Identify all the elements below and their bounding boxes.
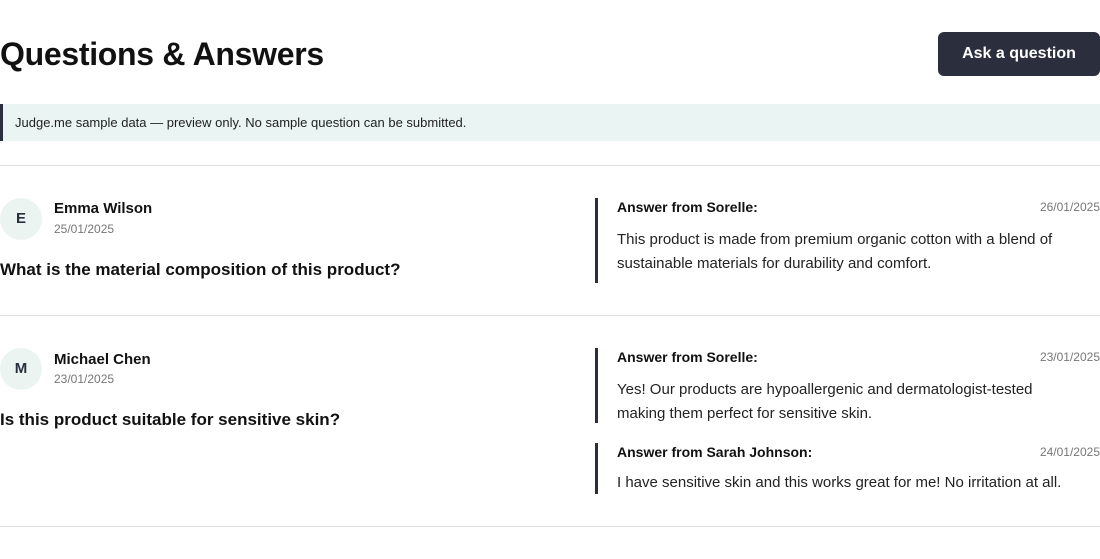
- sample-data-notice: Judge.me sample data — preview only. No …: [0, 104, 1100, 141]
- divider: [0, 526, 1100, 527]
- answer-date: 23/01/2025: [1039, 350, 1100, 364]
- answer-author: Answer from Sorelle:: [617, 349, 758, 365]
- ask-question-button[interactable]: Ask a question: [938, 32, 1100, 76]
- answer-text: I have sensitive skin and this works gre…: [617, 474, 1062, 491]
- question-author: Emma Wilson: [54, 200, 153, 217]
- answer-date: 26/01/2025: [1039, 200, 1100, 214]
- answer-block: Answer from Sorelle: 23/01/2025 Yes! Our…: [595, 348, 1100, 423]
- page-title: Questions & Answers: [0, 36, 324, 72]
- avatar: E: [0, 198, 42, 240]
- answer-block: Answer from Sorelle: 26/01/2025 This pro…: [595, 198, 1100, 283]
- answer-author: Answer from Sorelle:: [617, 199, 758, 215]
- question-text: What is the material composition of this…: [0, 260, 401, 279]
- answer-date: 24/01/2025: [1039, 445, 1100, 459]
- question-date: 23/01/2025: [54, 372, 115, 386]
- answer-text: Yes! Our products are hypoallergenic and…: [617, 381, 1033, 422]
- avatar: M: [0, 348, 42, 390]
- answer-text: This product is made from premium organi…: [617, 231, 1053, 272]
- answer-author: Answer from Sarah Johnson:: [617, 444, 813, 460]
- qa-header: Questions & Answers Ask a question: [0, 0, 1100, 104]
- answer-block: Answer from Sarah Johnson: 24/01/2025 I …: [595, 443, 1100, 494]
- question-item: M Michael Chen 23/01/2025 Is this produc…: [0, 316, 1100, 526]
- question-date: 25/01/2025: [54, 222, 115, 236]
- question-text: Is this product suitable for sensitive s…: [0, 410, 341, 429]
- question-item: E Emma Wilson 25/01/2025 What is the mat…: [0, 166, 1100, 315]
- question-author: Michael Chen: [54, 351, 151, 368]
